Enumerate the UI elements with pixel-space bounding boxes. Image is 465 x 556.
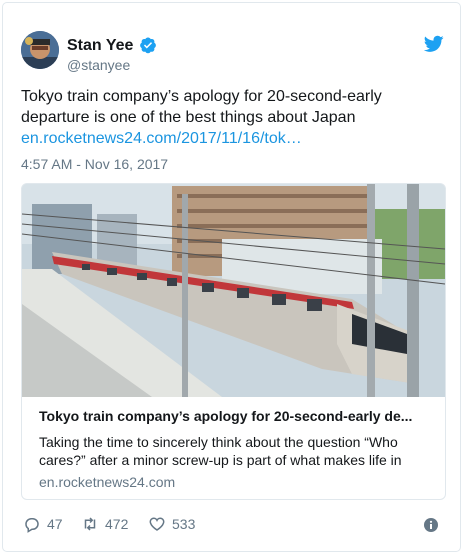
tweet-timestamp[interactable]: 4:57 AM - Nov 16, 2017 (21, 156, 168, 172)
preview-title[interactable]: Tokyo train company’s apology for 20-sec… (39, 408, 434, 424)
link-preview-card[interactable]: Tokyo train company’s apology for 20-sec… (21, 183, 446, 500)
twitter-bird-icon[interactable] (424, 35, 444, 53)
tweet-actions: 47 472 533 (23, 515, 443, 535)
tweet-link[interactable]: en.rocketnews24.com/2017/11/16/tok… (21, 128, 451, 149)
preview-description: Taking the time to sincerely think about… (39, 434, 402, 468)
retweet-count: 472 (105, 516, 129, 532)
author-handle[interactable]: @stanyee (67, 57, 130, 73)
like-icon (149, 517, 165, 531)
reply-icon (25, 518, 39, 533)
avatar[interactable] (21, 31, 59, 69)
reply-count: 47 (47, 516, 63, 532)
tweet-card: Stan Yee @stanyee Tokyo train company’s … (2, 2, 461, 552)
author-name[interactable]: Stan Yee (67, 37, 133, 55)
preview-image[interactable] (22, 184, 445, 397)
like-button[interactable]: 533 (148, 515, 195, 533)
tweet-text: Tokyo train company’s apology for 20-sec… (21, 86, 451, 149)
retweet-button[interactable]: 472 (81, 515, 128, 533)
like-count: 533 (172, 516, 196, 532)
tweet-body: Tokyo train company’s apology for 20-sec… (21, 88, 382, 126)
preview-domain: en.rocketnews24.com (39, 474, 176, 490)
info-icon[interactable] (423, 517, 439, 533)
reply-button[interactable]: 47 (23, 515, 63, 533)
retweet-icon (84, 517, 96, 531)
verified-badge-icon (140, 37, 156, 54)
